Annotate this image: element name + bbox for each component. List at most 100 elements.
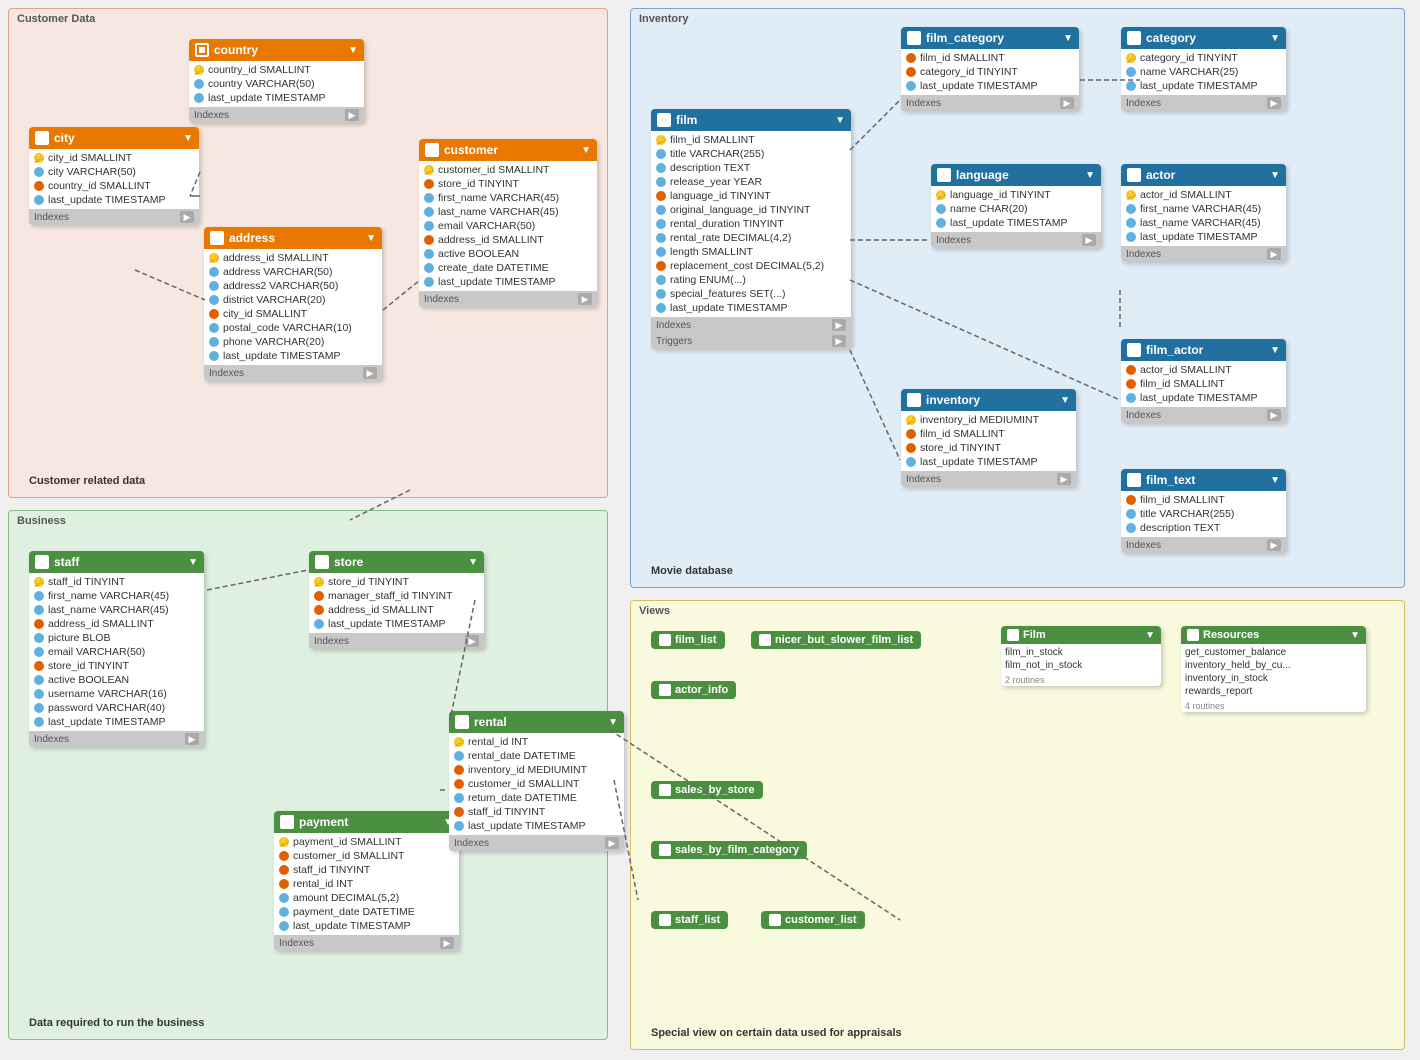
indexes-arrow[interactable]: ▶ (440, 937, 454, 949)
film-table[interactable]: film ▼ 🔑film_id SMALLINT title VARCHAR(2… (651, 109, 851, 349)
film-category-table-footer[interactable]: Indexes ▶ (901, 95, 1079, 111)
film-text-table[interactable]: film_text ▼ film_id SMALLINT title VARCH… (1121, 469, 1286, 553)
staff-table-chevron[interactable]: ▼ (188, 557, 198, 568)
film-routines-table[interactable]: Film ▼ film_in_stock film_not_in_stock 2… (1001, 626, 1161, 686)
nullable-icon (1126, 81, 1136, 91)
rental-table-header[interactable]: rental ▼ (449, 711, 624, 733)
indexes-arrow[interactable]: ▶ (1082, 234, 1096, 246)
staff-list-view[interactable]: staff_list (651, 911, 728, 929)
staff-table[interactable]: staff ▼ 🔑staff_id TINYINT first_name VAR… (29, 551, 204, 747)
country-table-chevron[interactable]: ▼ (348, 45, 358, 56)
actor-info-view[interactable]: actor_info (651, 681, 736, 699)
indexes-arrow[interactable]: ▶ (1060, 97, 1074, 109)
store-table[interactable]: store ▼ 🔑store_id TINYINT manager_staff_… (309, 551, 484, 649)
inventory-table[interactable]: inventory ▼ 🔑inventory_id MEDIUMINT film… (901, 389, 1076, 487)
resources-routines-header[interactable]: Resources ▼ (1181, 626, 1366, 644)
payment-table-footer[interactable]: Indexes ▶ (274, 935, 459, 951)
city-table[interactable]: city ▼ 🔑city_id SMALLINT city VARCHAR(50… (29, 127, 199, 225)
film-text-table-footer[interactable]: Indexes ▶ (1121, 537, 1286, 553)
country-table[interactable]: country ▼ 🔑country_id SMALLINT country V… (189, 39, 364, 123)
indexes-arrow[interactable]: ▶ (465, 635, 479, 647)
indexes-arrow[interactable]: ▶ (605, 837, 619, 849)
inventory-table-header[interactable]: inventory ▼ (901, 389, 1076, 411)
film-actor-table-footer[interactable]: Indexes ▶ (1121, 407, 1286, 423)
film-table-header[interactable]: film ▼ (651, 109, 851, 131)
resources-routines-table[interactable]: Resources ▼ get_customer_balance invento… (1181, 626, 1366, 712)
film-text-table-header[interactable]: film_text ▼ (1121, 469, 1286, 491)
film-category-table-chevron[interactable]: ▼ (1063, 33, 1073, 44)
film-category-table-header[interactable]: film_category ▼ (901, 27, 1079, 49)
film-routines-header[interactable]: Film ▼ (1001, 626, 1161, 644)
indexes-arrow[interactable]: ▶ (578, 293, 592, 305)
city-table-header[interactable]: city ▼ (29, 127, 199, 149)
film-actor-table-chevron[interactable]: ▼ (1270, 345, 1280, 356)
indexes-arrow[interactable]: ▶ (363, 367, 377, 379)
fk-icon (1126, 365, 1136, 375)
address-table-header[interactable]: address ▼ (204, 227, 382, 249)
country-table-footer[interactable]: Indexes ▶ (189, 107, 364, 123)
rental-table-chevron[interactable]: ▼ (608, 717, 618, 728)
city-table-footer[interactable]: Indexes ▶ (29, 209, 199, 225)
store-table-footer[interactable]: Indexes ▶ (309, 633, 484, 649)
actor-table-footer[interactable]: Indexes ▶ (1121, 246, 1286, 262)
film-routines-body: film_in_stock film_not_in_stock (1001, 644, 1161, 674)
store-table-header[interactable]: store ▼ (309, 551, 484, 573)
customer-table-header[interactable]: customer ▼ (419, 139, 597, 161)
indexes-arrow[interactable]: ▶ (1267, 409, 1281, 421)
actor-table[interactable]: actor ▼ 🔑actor_id SMALLINT first_name VA… (1121, 164, 1286, 262)
address-table-chevron[interactable]: ▼ (366, 233, 376, 244)
sales-by-film-category-view[interactable]: sales_by_film_category (651, 841, 807, 859)
customer-table-footer[interactable]: Indexes ▶ (419, 291, 597, 307)
fk-icon (34, 619, 44, 629)
indexes-arrow[interactable]: ▶ (345, 109, 359, 121)
language-table-header[interactable]: language ▼ (931, 164, 1101, 186)
actor-table-chevron[interactable]: ▼ (1270, 170, 1280, 181)
category-table-footer[interactable]: Indexes ▶ (1121, 95, 1286, 111)
category-table-chevron[interactable]: ▼ (1270, 33, 1280, 44)
staff-table-footer[interactable]: Indexes ▶ (29, 731, 204, 747)
film-actor-table-header[interactable]: film_actor ▼ (1121, 339, 1286, 361)
staff-table-header[interactable]: staff ▼ (29, 551, 204, 573)
payment-table[interactable]: payment ▼ 🔑payment_id SMALLINT customer_… (274, 811, 459, 951)
film-text-table-chevron[interactable]: ▼ (1270, 475, 1280, 486)
rental-table[interactable]: rental ▼ 🔑rental_id INT rental_date DATE… (449, 711, 624, 851)
indexes-arrow[interactable]: ▶ (1267, 539, 1281, 551)
payment-table-header[interactable]: payment ▼ (274, 811, 459, 833)
nicer-film-list-view[interactable]: nicer_but_slower_film_list (751, 631, 921, 649)
rental-table-footer[interactable]: Indexes ▶ (449, 835, 624, 851)
film-table-triggers[interactable]: Triggers ▶ (651, 333, 851, 349)
category-table-header[interactable]: category ▼ (1121, 27, 1286, 49)
indexes-arrow[interactable]: ▶ (832, 319, 846, 331)
triggers-arrow[interactable]: ▶ (832, 335, 846, 347)
indexes-arrow[interactable]: ▶ (180, 211, 194, 223)
indexes-arrow[interactable]: ▶ (1267, 97, 1281, 109)
inventory-table-footer[interactable]: Indexes ▶ (901, 471, 1076, 487)
store-table-chevron[interactable]: ▼ (468, 557, 478, 568)
language-table[interactable]: language ▼ 🔑language_id TINYINT name CHA… (931, 164, 1101, 248)
language-table-footer[interactable]: Indexes ▶ (931, 232, 1101, 248)
table-row: 🔑store_id TINYINT (309, 575, 484, 589)
inventory-table-chevron[interactable]: ▼ (1060, 395, 1070, 406)
table-row: first_name VARCHAR(45) (419, 191, 597, 205)
category-table[interactable]: category ▼ 🔑category_id TINYINT name VAR… (1121, 27, 1286, 111)
city-table-chevron[interactable]: ▼ (183, 133, 193, 144)
resources-routines-chevron[interactable]: ▼ (1350, 630, 1360, 641)
indexes-arrow[interactable]: ▶ (1267, 248, 1281, 260)
language-table-chevron[interactable]: ▼ (1085, 170, 1095, 181)
indexes-arrow[interactable]: ▶ (185, 733, 199, 745)
actor-table-header[interactable]: actor ▼ (1121, 164, 1286, 186)
sales-by-store-view[interactable]: sales_by_store (651, 781, 763, 799)
customer-table-chevron[interactable]: ▼ (581, 145, 591, 156)
address-table[interactable]: address ▼ 🔑address_id SMALLINT address V… (204, 227, 382, 381)
film-list-view[interactable]: film_list (651, 631, 725, 649)
film-table-chevron[interactable]: ▼ (835, 115, 845, 126)
country-table-header[interactable]: country ▼ (189, 39, 364, 61)
film-routines-chevron[interactable]: ▼ (1145, 630, 1155, 641)
film-table-indexes[interactable]: Indexes ▶ (651, 317, 851, 333)
film-actor-table[interactable]: film_actor ▼ actor_id SMALLINT film_id S… (1121, 339, 1286, 423)
address-table-footer[interactable]: Indexes ▶ (204, 365, 382, 381)
indexes-arrow[interactable]: ▶ (1057, 473, 1071, 485)
film-category-table[interactable]: film_category ▼ film_id SMALLINT categor… (901, 27, 1079, 111)
customer-list-view[interactable]: customer_list (761, 911, 865, 929)
customer-table[interactable]: customer ▼ 🔑customer_id SMALLINT store_i… (419, 139, 597, 307)
